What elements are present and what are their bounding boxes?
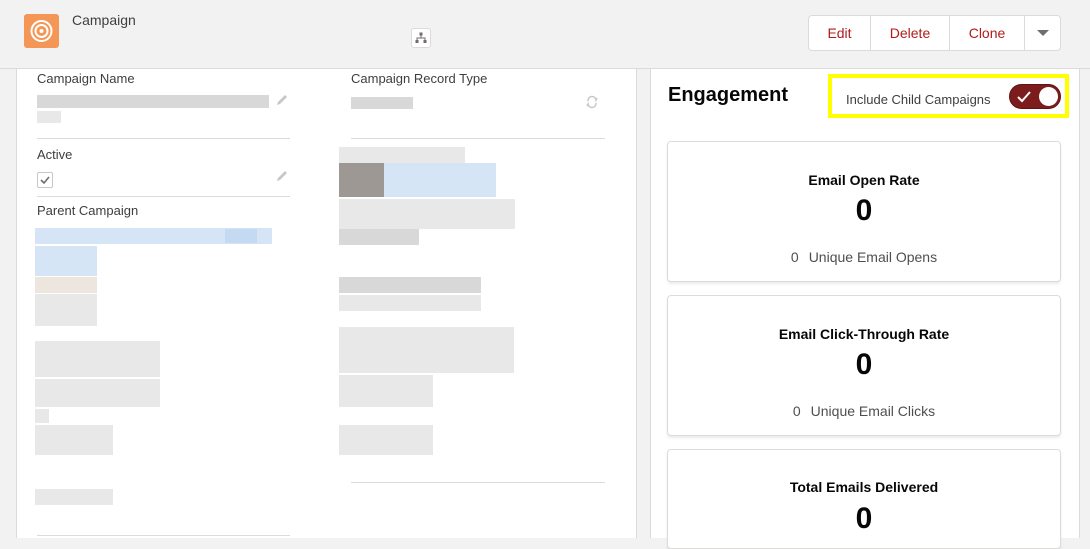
field-divider: [37, 535, 290, 536]
campaign-name-label: Campaign Name: [37, 71, 135, 86]
view-hierarchy-button[interactable]: [411, 28, 431, 48]
field-divider: [37, 196, 290, 197]
hierarchy-icon: [415, 32, 427, 43]
redacted-block: [35, 294, 97, 326]
edit-button[interactable]: Edit: [809, 16, 871, 50]
record-actions: Edit Delete Clone: [808, 15, 1061, 51]
checkmark-icon: [40, 176, 50, 185]
object-type-label: Campaign: [72, 12, 136, 28]
chevron-down-icon: [1036, 30, 1049, 36]
redacted-link[interactable]: [384, 163, 496, 197]
total-emails-delivered-card: Total Emails Delivered 0: [667, 449, 1061, 549]
redacted-block: [35, 277, 97, 293]
card-title: Total Emails Delivered: [789, 479, 939, 495]
redacted-block: [35, 341, 160, 377]
redacted-block: [35, 489, 113, 505]
active-label: Active: [37, 147, 73, 162]
campaign-target-icon: [24, 14, 59, 48]
record-details-panel: Campaign Name Campaign Record Type Activ…: [16, 69, 637, 538]
redacted-block: [35, 379, 160, 407]
redacted-block: [225, 229, 257, 243]
include-child-campaigns-toggle[interactable]: [1009, 84, 1061, 109]
card-sub-value: 0: [790, 249, 799, 265]
record-header: Campaign Edit Delete Clone: [0, 0, 1090, 69]
more-actions-button[interactable]: [1025, 16, 1060, 50]
parent-campaign-label: Parent Campaign: [37, 203, 139, 218]
clone-button[interactable]: Clone: [950, 16, 1025, 50]
redacted-block: [339, 199, 515, 229]
redacted-block: [35, 246, 97, 276]
campaign-name-value: [37, 95, 269, 108]
redacted-block: [339, 163, 384, 197]
campaign-record-type-label: Campaign Record Type: [351, 71, 488, 86]
redacted-block: [339, 425, 433, 455]
redacted-block: [339, 295, 481, 311]
engagement-title: Engagement: [668, 84, 789, 106]
engagement-panel: Engagement Include Child Campaigns Email…: [650, 69, 1080, 549]
card-sub-label: Unique Email Clicks: [810, 403, 936, 419]
campaign-record-type-value: [351, 97, 413, 109]
active-checkbox: [37, 172, 53, 188]
card-title: Email Click-Through Rate: [778, 326, 950, 342]
field-divider: [37, 138, 290, 139]
card-subtext: 0 Unique Email Clicks: [668, 403, 1060, 419]
redacted-block: [339, 375, 433, 407]
card-value: 0: [855, 502, 873, 535]
redacted-block: [339, 277, 481, 293]
pencil-icon[interactable]: [275, 169, 289, 183]
redacted-block: [35, 425, 113, 455]
include-child-campaigns-highlight: Include Child Campaigns: [828, 74, 1069, 118]
toggle-knob: [1039, 87, 1058, 106]
card-sub-label: Unique Email Opens: [808, 249, 938, 265]
card-sub-value: 0: [792, 403, 801, 419]
card-value: 0: [855, 348, 873, 381]
field-divider: [351, 482, 605, 483]
email-open-rate-card: Email Open Rate 0 0 Unique Email Opens: [667, 141, 1061, 282]
card-subtext: 0 Unique Email Opens: [668, 249, 1060, 265]
redacted-block: [339, 327, 514, 373]
redacted-block: [339, 229, 419, 245]
card-title: Email Open Rate: [808, 172, 920, 188]
delete-button[interactable]: Delete: [871, 16, 950, 50]
redacted-block: [35, 409, 49, 423]
email-click-through-rate-card: Email Click-Through Rate 0 0 Unique Email…: [667, 295, 1061, 436]
change-record-type-icon[interactable]: [585, 95, 599, 109]
campaign-name-value-overflow: [37, 111, 61, 123]
field-divider: [351, 138, 605, 139]
redacted-block: [339, 147, 465, 163]
card-value: 0: [855, 194, 873, 227]
include-child-campaigns-label: Include Child Campaigns: [846, 92, 991, 107]
checkmark-icon: [1017, 91, 1031, 103]
pencil-icon[interactable]: [275, 93, 289, 107]
